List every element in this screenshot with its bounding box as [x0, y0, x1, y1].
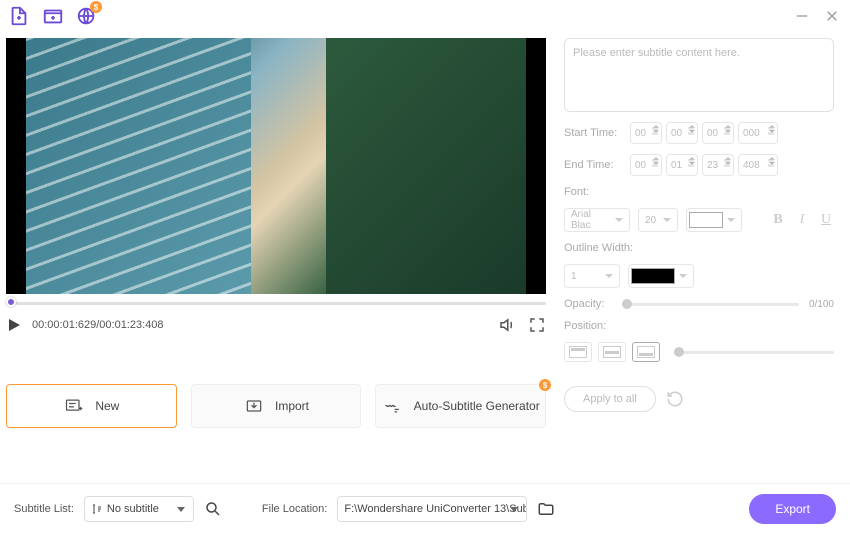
position-middle-button[interactable]: [598, 342, 626, 362]
add-folder-icon[interactable]: [42, 5, 64, 27]
add-file-icon[interactable]: [8, 5, 30, 27]
opacity-slider[interactable]: [622, 303, 799, 306]
subtitle-content-input[interactable]: [564, 38, 834, 112]
premium-badge: $: [539, 379, 551, 391]
fullscreen-icon[interactable]: [528, 316, 546, 334]
font-section-label: Font:: [564, 186, 834, 198]
close-button[interactable]: [822, 6, 842, 26]
font-family-select[interactable]: Arial Blac: [564, 208, 630, 232]
end-time-label: End Time:: [564, 159, 622, 171]
reset-button[interactable]: [666, 390, 684, 408]
position-slider[interactable]: [674, 351, 834, 354]
outline-label: Outline Width:: [564, 242, 834, 254]
seek-bar[interactable]: [6, 300, 546, 306]
subtitle-list-label: Subtitle List:: [14, 503, 74, 515]
end-min-stepper[interactable]: 01: [666, 154, 698, 176]
titlebar: $: [0, 0, 850, 32]
premium-badge: $: [90, 1, 102, 13]
outline-width-select[interactable]: 1: [564, 264, 620, 288]
underline-button[interactable]: U: [818, 210, 834, 230]
video-preview[interactable]: [6, 38, 546, 294]
position-bottom-button[interactable]: [632, 342, 660, 362]
font-color-select[interactable]: [686, 208, 742, 232]
auto-subtitle-card[interactable]: Auto-Subtitle Generator $: [375, 384, 546, 428]
position-top-button[interactable]: [564, 342, 592, 362]
search-icon[interactable]: [204, 500, 222, 518]
volume-icon[interactable]: [498, 316, 516, 334]
timecode: 00:00:01:629/00:01:23:408: [32, 319, 164, 331]
new-label: New: [95, 399, 119, 413]
end-sec-stepper[interactable]: 23: [702, 154, 734, 176]
end-ms-stepper[interactable]: 408: [738, 154, 778, 176]
apply-all-button[interactable]: Apply to all: [564, 386, 656, 412]
font-size-select[interactable]: 20: [638, 208, 678, 232]
minimize-button[interactable]: [792, 6, 812, 26]
outline-color-select[interactable]: [628, 264, 694, 288]
import-label: Import: [275, 399, 309, 413]
open-folder-icon[interactable]: [537, 500, 555, 518]
start-ms-stepper[interactable]: 000: [738, 122, 778, 144]
italic-button[interactable]: I: [794, 210, 810, 230]
position-label: Position:: [564, 320, 834, 332]
bold-button[interactable]: B: [770, 210, 786, 230]
opacity-value: 0/100: [809, 299, 834, 310]
file-location-label: File Location:: [262, 503, 327, 515]
end-hour-stepper[interactable]: 00: [630, 154, 662, 176]
start-sec-stepper[interactable]: 00: [702, 122, 734, 144]
new-subtitle-card[interactable]: New: [6, 384, 177, 428]
play-button[interactable]: [6, 317, 22, 333]
export-button[interactable]: Export: [749, 494, 836, 524]
import-subtitle-card[interactable]: Import: [191, 384, 362, 428]
start-time-label: Start Time:: [564, 127, 622, 139]
start-hour-stepper[interactable]: 00: [630, 122, 662, 144]
subtitle-list-select[interactable]: No subtitle: [84, 496, 194, 522]
auto-label: Auto-Subtitle Generator: [414, 399, 540, 413]
bottom-bar: Subtitle List: No subtitle File Location…: [0, 483, 850, 533]
file-location-select[interactable]: F:\Wondershare UniConverter 13\SubEdi...: [337, 496, 527, 522]
opacity-label: Opacity:: [564, 298, 612, 310]
start-min-stepper[interactable]: 00: [666, 122, 698, 144]
add-url-icon[interactable]: $: [76, 5, 98, 27]
